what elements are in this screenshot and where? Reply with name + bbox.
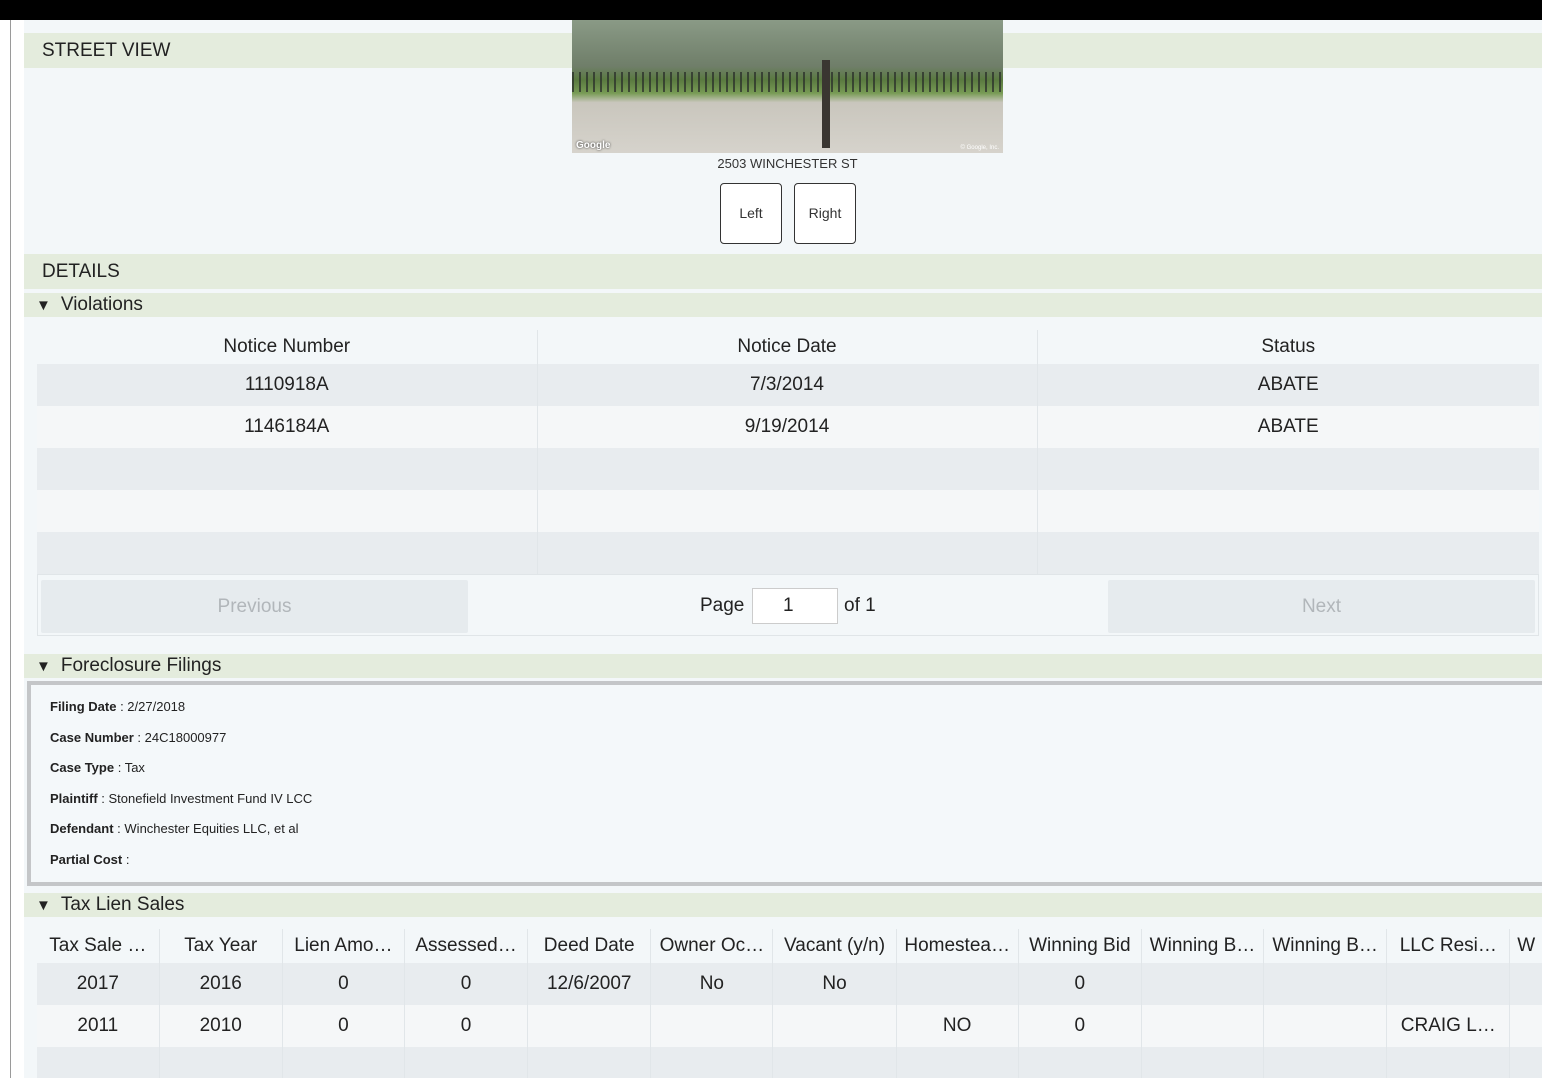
photo-fence [572, 72, 1003, 92]
rotate-right-button[interactable]: Right [794, 183, 856, 244]
violations-pager: Previous Page 1 of 1 Next [37, 574, 1539, 636]
table-cell: No [772, 963, 897, 1005]
table-cell: 2011 [37, 1005, 160, 1047]
foreclosure-toggle[interactable]: ▼ Foreclosure Filings [24, 654, 1542, 678]
table-cell: ABATE [1037, 406, 1539, 448]
table-cell [1141, 1005, 1265, 1047]
foreclosure-details: Filing Date : 2/27/2018 Case Number : 24… [27, 681, 1542, 886]
table-cell: 0 [1018, 1005, 1142, 1047]
column-header[interactable]: Vacant (y/n) [772, 929, 897, 963]
table-cell [1263, 1005, 1388, 1047]
details-header: DETAILS [24, 254, 1542, 289]
violations-title: Violations [60, 294, 143, 315]
column-header[interactable]: Tax Sale … [37, 929, 160, 963]
table-cell [1386, 963, 1511, 1005]
table-cell [1141, 963, 1265, 1005]
empty-row [37, 1047, 1542, 1078]
table-cell: 0 [1018, 963, 1142, 1005]
foreclosure-field: Case Type : Tax [50, 760, 145, 776]
column-header[interactable]: Winning Bid [1018, 929, 1142, 963]
table-cell [527, 1005, 652, 1047]
next-button[interactable]: Next [1108, 580, 1535, 633]
column-header[interactable]: Status [1037, 330, 1539, 364]
empty-row [37, 490, 1539, 532]
collapse-triangle-icon: ▼ [36, 297, 51, 314]
photo-post [822, 60, 830, 148]
table-cell: 7/3/2014 [537, 364, 1038, 406]
page-total: of 1 [844, 595, 876, 616]
tax-lien-table: Tax Sale … Tax Year Lien Amo… Assessed… … [37, 929, 1542, 1078]
table-row[interactable]: 2011 2010 0 0 NO 0 CRAIG L… [37, 1005, 1542, 1047]
violations-toggle[interactable]: ▼ Violations [24, 293, 1542, 317]
column-header[interactable]: Notice Number [37, 330, 538, 364]
table-cell [650, 1005, 774, 1047]
google-watermark: Google [576, 140, 611, 151]
photo-copyright: © Google, Inc. [960, 145, 999, 151]
table-cell: 2016 [159, 963, 283, 1005]
column-header[interactable]: Winning B… [1141, 929, 1265, 963]
column-header[interactable]: Assessed… [404, 929, 529, 963]
table-cell [1509, 1005, 1542, 1047]
column-header[interactable]: Lien Amo… [282, 929, 405, 963]
foreclosure-field: Partial Cost : [50, 851, 130, 867]
table-header-row: Notice Number Notice Date Status [37, 330, 1539, 364]
table-cell [772, 1005, 897, 1047]
foreclosure-field: Plaintiff : Stonefield Investment Fund I… [50, 790, 313, 806]
table-cell: 0 [404, 1005, 529, 1047]
foreclosure-field: Case Number : 24C18000977 [50, 729, 227, 745]
collapse-triangle-icon: ▼ [36, 658, 51, 675]
table-row[interactable]: 2017 2016 0 0 12/6/2007 No No 0 [37, 963, 1542, 1005]
page-label: Page [700, 595, 745, 616]
column-header[interactable]: W [1509, 929, 1542, 963]
table-cell: 1110918A [37, 364, 538, 406]
column-header[interactable]: Owner Oc… [650, 929, 774, 963]
table-header-row: Tax Sale … Tax Year Lien Amo… Assessed… … [37, 929, 1542, 963]
table-cell: 9/19/2014 [537, 406, 1038, 448]
column-header[interactable]: Winning B… [1263, 929, 1388, 963]
table-cell: No [650, 963, 774, 1005]
column-header[interactable]: Deed Date [527, 929, 652, 963]
tax-lien-title: Tax Lien Sales [60, 894, 185, 915]
violations-table: Notice Number Notice Date Status 1110918… [37, 330, 1539, 574]
left-border [10, 20, 11, 1078]
tax-lien-toggle[interactable]: ▼ Tax Lien Sales [24, 893, 1542, 917]
collapse-triangle-icon: ▼ [36, 897, 51, 914]
table-cell: 0 [282, 1005, 405, 1047]
table-cell: CRAIG L… [1386, 1005, 1511, 1047]
previous-button[interactable]: Previous [41, 580, 468, 633]
table-cell: 1146184A [37, 406, 538, 448]
street-view-photo[interactable]: Google © Google, Inc. [572, 20, 1003, 153]
table-cell [1509, 963, 1542, 1005]
table-cell: 2010 [159, 1005, 283, 1047]
column-header[interactable]: Tax Year [159, 929, 283, 963]
column-header[interactable]: Notice Date [537, 330, 1038, 364]
empty-row [37, 448, 1539, 490]
table-cell: 12/6/2007 [527, 963, 652, 1005]
foreclosure-title: Foreclosure Filings [60, 655, 222, 676]
top-bar [0, 0, 1542, 20]
rotate-left-button[interactable]: Left [720, 183, 782, 244]
table-cell [1263, 963, 1388, 1005]
column-header[interactable]: LLC Resi… [1386, 929, 1511, 963]
table-cell: ABATE [1037, 364, 1539, 406]
table-row[interactable]: 1146184A 9/19/2014 ABATE [37, 406, 1539, 448]
foreclosure-field: Filing Date : 2/27/2018 [50, 699, 186, 714]
table-cell: 2017 [37, 963, 160, 1005]
table-cell [896, 963, 1019, 1005]
foreclosure-field: Defendant : Winchester Equities LLC, et … [50, 821, 299, 837]
table-cell: NO [896, 1005, 1019, 1047]
table-cell: 0 [282, 963, 405, 1005]
table-row[interactable]: 1110918A 7/3/2014 ABATE [37, 364, 1539, 406]
empty-row [37, 532, 1539, 574]
table-cell: 0 [404, 963, 529, 1005]
street-address: 2503 WINCHESTER ST [717, 156, 858, 171]
column-header[interactable]: Homestea… [896, 929, 1019, 963]
page-number-input[interactable]: 1 [752, 588, 838, 624]
